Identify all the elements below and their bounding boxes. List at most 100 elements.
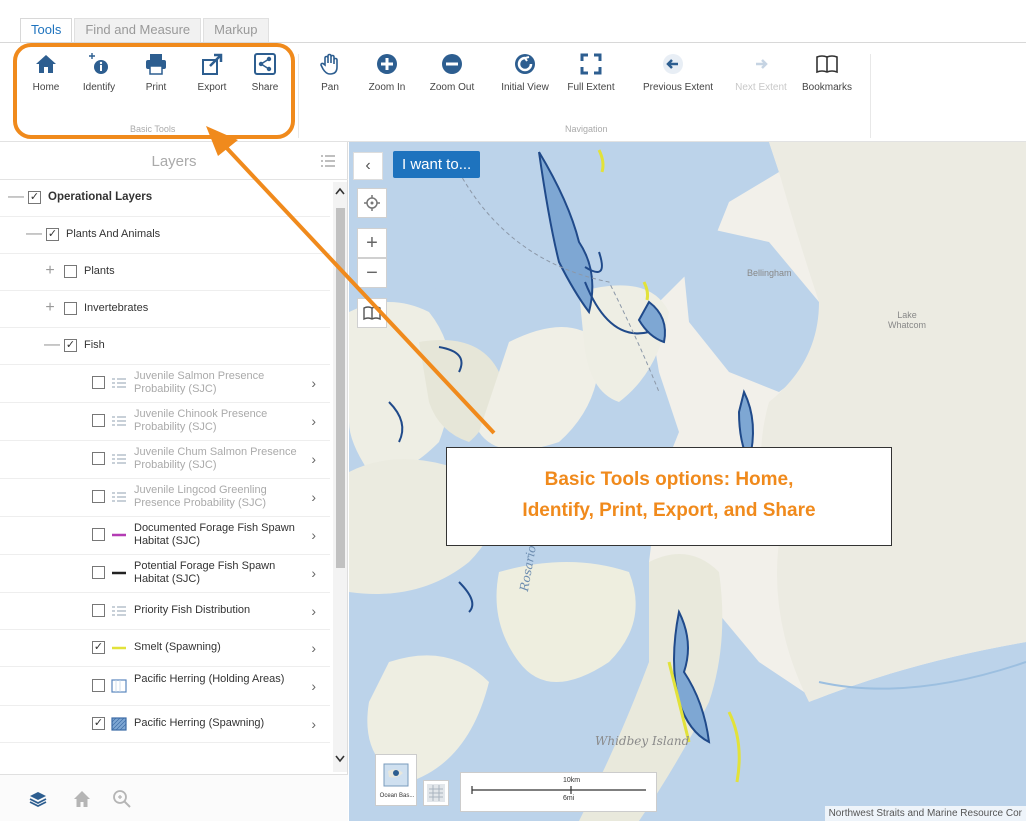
chevron-right-icon[interactable]: › bbox=[311, 489, 316, 505]
pan-button[interactable]: Pan bbox=[300, 52, 360, 93]
layer-row[interactable]: ✓ Smelt (Spawning) › bbox=[0, 630, 330, 667]
layer-label: Juvenile Chinook Presence Probability (S… bbox=[134, 408, 268, 433]
chevron-right-icon[interactable]: › bbox=[311, 375, 316, 391]
layer-checkbox[interactable]: ✓ bbox=[92, 717, 105, 730]
full-extent-button[interactable]: Full Extent bbox=[561, 52, 621, 93]
layer-row[interactable]: Juvenile Salmon Presence Probability (SJ… bbox=[0, 365, 330, 403]
chevron-right-icon[interactable]: › bbox=[311, 565, 316, 581]
layer-checkbox[interactable] bbox=[92, 414, 105, 427]
zoom-in-button[interactable]: Zoom In bbox=[357, 52, 417, 93]
layer-checkbox[interactable]: ✓ bbox=[92, 641, 105, 654]
layer-checkbox[interactable] bbox=[92, 376, 105, 389]
chevron-right-icon[interactable]: › bbox=[311, 451, 316, 467]
zoom-out-button[interactable]: Zoom Out bbox=[422, 52, 482, 93]
bookmarks-button[interactable]: Bookmarks bbox=[797, 52, 857, 93]
tab-find-and-measure[interactable]: Find and Measure bbox=[74, 18, 202, 42]
callout-line-1: Basic Tools options: Home, bbox=[544, 469, 794, 490]
layer-checkbox[interactable] bbox=[92, 490, 105, 503]
map-bookmarks-button[interactable] bbox=[357, 298, 387, 328]
chevron-right-icon[interactable]: › bbox=[311, 603, 316, 619]
chevron-right-icon[interactable]: › bbox=[311, 413, 316, 429]
legend-list-icon bbox=[112, 454, 126, 464]
layer-row[interactable]: ✓ Pacific Herring (Spawning) › bbox=[0, 706, 330, 743]
scale-bar: 10km 6mi bbox=[460, 772, 657, 812]
initial-view-button[interactable]: Initial View bbox=[495, 52, 555, 93]
layer-row[interactable]: — ✓ Fish bbox=[0, 328, 330, 365]
tab-markup[interactable]: Markup bbox=[203, 18, 269, 42]
expand-icon[interactable]: + bbox=[44, 262, 56, 280]
layer-row[interactable]: + Invertebrates bbox=[0, 291, 330, 328]
scroll-down-icon[interactable] bbox=[334, 754, 346, 764]
map-attribution: Northwest Straits and Marine Resource Co… bbox=[824, 806, 1026, 821]
black-line-symbol bbox=[112, 571, 126, 575]
layer-checkbox[interactable]: ✓ bbox=[46, 228, 59, 241]
layer-row[interactable]: Juvenile Lingcod Greenling Presence Prob… bbox=[0, 479, 330, 517]
basemap-gallery-button[interactable] bbox=[423, 780, 449, 806]
layer-label: Juvenile Chum Salmon Presence Probabilit… bbox=[134, 446, 297, 471]
locate-button[interactable] bbox=[357, 188, 387, 218]
home-button[interactable]: Home bbox=[16, 52, 76, 93]
collapse-icon[interactable]: — bbox=[44, 336, 60, 354]
export-button[interactable]: Export bbox=[182, 52, 242, 93]
map-zoom-in-button[interactable]: + bbox=[357, 228, 387, 258]
layer-checkbox[interactable] bbox=[92, 566, 105, 579]
export-icon bbox=[202, 53, 223, 75]
home-label: Home bbox=[32, 82, 60, 93]
layer-label: Pacific Herring (Holding Areas) bbox=[134, 673, 285, 685]
callout-line-2: Identify, Print, Export, and Share bbox=[522, 500, 816, 521]
holding-area-symbol bbox=[111, 679, 127, 693]
collapse-icon[interactable]: — bbox=[26, 225, 42, 243]
layer-checkbox[interactable]: ✓ bbox=[28, 191, 41, 204]
layer-row[interactable]: Priority Fish Distribution › bbox=[0, 593, 330, 630]
layer-checkbox[interactable]: ✓ bbox=[64, 339, 77, 352]
i-want-to-button[interactable]: I want to... bbox=[393, 151, 481, 178]
basemap-button[interactable]: Ocean Bas... bbox=[375, 754, 417, 806]
chevron-right-icon[interactable]: › bbox=[311, 716, 316, 732]
collapse-icon[interactable]: — bbox=[8, 188, 24, 206]
ribbon-tabs: Tools Find and Measure Markup bbox=[20, 18, 271, 42]
zoom-in-icon bbox=[377, 54, 397, 74]
layer-row[interactable]: — ✓ Operational Layers bbox=[0, 180, 330, 217]
layer-checkbox[interactable] bbox=[92, 679, 105, 692]
layers-stack-icon[interactable] bbox=[28, 789, 48, 809]
print-button[interactable]: Print bbox=[126, 52, 186, 93]
layer-checkbox[interactable] bbox=[92, 604, 105, 617]
identify-button[interactable]: Identify bbox=[69, 52, 129, 93]
layer-row[interactable]: Documented Forage Fish Spawn Habitat (SJ… bbox=[0, 517, 330, 555]
chevron-right-icon[interactable]: › bbox=[311, 640, 316, 656]
layer-row[interactable]: — ✓ Plants And Animals bbox=[0, 217, 330, 254]
tab-tools[interactable]: Tools bbox=[20, 18, 73, 42]
list-menu-icon[interactable] bbox=[320, 154, 336, 168]
layer-row[interactable]: Pacific Herring (Holding Areas) › bbox=[0, 668, 330, 706]
next-extent-button[interactable]: Next Extent bbox=[731, 52, 791, 93]
scroll-up-icon[interactable] bbox=[334, 186, 346, 196]
initial-view-icon bbox=[515, 54, 535, 74]
collapse-panel-button[interactable]: ‹ bbox=[353, 152, 383, 180]
home-icon[interactable] bbox=[72, 789, 92, 809]
pan-label: Pan bbox=[321, 82, 339, 93]
layer-row[interactable]: Potential Forage Fish Spawn Habitat (SJC… bbox=[0, 555, 330, 593]
layer-label: Operational Layers bbox=[48, 191, 153, 203]
legend-list-icon bbox=[112, 492, 126, 502]
layer-checkbox[interactable] bbox=[64, 302, 77, 315]
layer-row[interactable]: Juvenile Chum Salmon Presence Probabilit… bbox=[0, 441, 330, 479]
place-label-lake-whatcom: Lake Whatcom bbox=[887, 310, 926, 330]
layer-checkbox[interactable] bbox=[64, 265, 77, 278]
map-zoom-out-button[interactable]: − bbox=[357, 258, 387, 288]
basemap-label: Ocean Bas... bbox=[379, 793, 415, 799]
hatched-area-symbol bbox=[111, 717, 127, 731]
layer-checkbox[interactable] bbox=[92, 528, 105, 541]
layers-scrollbar-thumb[interactable] bbox=[336, 208, 345, 568]
chevron-right-icon[interactable]: › bbox=[311, 527, 316, 543]
layer-row[interactable]: + Plants bbox=[0, 254, 330, 291]
share-button[interactable]: Share bbox=[235, 52, 295, 93]
layer-label: Pacific Herring (Spawning) bbox=[134, 717, 265, 729]
search-icon[interactable] bbox=[112, 789, 132, 809]
chevron-right-icon[interactable]: › bbox=[311, 678, 316, 694]
share-icon bbox=[254, 53, 276, 75]
layer-checkbox[interactable] bbox=[92, 452, 105, 465]
layer-row[interactable]: Juvenile Chinook Presence Probability (S… bbox=[0, 403, 330, 441]
print-icon bbox=[146, 54, 166, 75]
expand-icon[interactable]: + bbox=[44, 299, 56, 317]
previous-extent-button[interactable]: Previous Extent bbox=[643, 52, 713, 93]
